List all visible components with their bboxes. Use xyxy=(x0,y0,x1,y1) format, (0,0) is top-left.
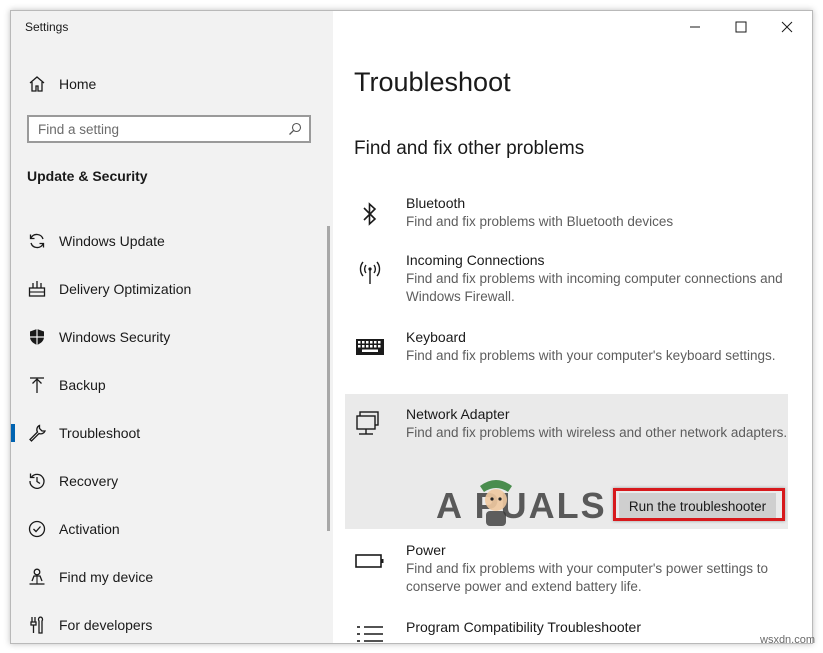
troubleshooter-description: Find and fix problems with your computer… xyxy=(406,561,768,594)
minimize-icon xyxy=(690,26,700,28)
search-box[interactable] xyxy=(27,115,311,143)
sidebar-item-label: For developers xyxy=(59,617,153,633)
close-button[interactable] xyxy=(764,11,810,43)
sidebar-item-windows-security[interactable]: Windows Security xyxy=(11,313,333,361)
antenna-icon xyxy=(359,261,381,284)
backup-arrow-icon xyxy=(30,377,44,393)
troubleshooter-keyboard[interactable]: Keyboard Find and fix problems with your… xyxy=(345,329,788,387)
sidebar-item-backup[interactable]: Backup xyxy=(11,361,333,409)
close-icon xyxy=(781,21,793,33)
delivery-optimization-icon xyxy=(28,281,46,297)
appuals-watermark: A PUALS xyxy=(436,485,607,526)
appuals-mascot-logo xyxy=(480,480,512,526)
troubleshooter-description: Find and fix problems with Bluetooth dev… xyxy=(406,214,674,229)
selected-indicator xyxy=(11,424,15,442)
page-title: Troubleshoot xyxy=(354,67,511,97)
troubleshooter-name: Network Adapter xyxy=(406,406,510,422)
sidebar-item-troubleshoot[interactable]: Troubleshoot xyxy=(11,409,333,457)
troubleshooter-power[interactable]: Power Find and fix problems with your co… xyxy=(345,542,788,600)
sidebar-item-label: Backup xyxy=(59,377,106,393)
sidebar-item-label: Activation xyxy=(59,521,120,537)
search-input[interactable] xyxy=(29,117,278,141)
sidebar-item-delivery-optimization[interactable]: Delivery Optimization xyxy=(11,265,333,313)
troubleshooter-description: Find and fix problems with wireless and … xyxy=(406,425,788,440)
site-watermark: wsxdn.com xyxy=(760,634,816,646)
minimize-button[interactable] xyxy=(672,11,718,43)
person-pin-icon xyxy=(29,568,45,585)
maximize-button[interactable] xyxy=(718,11,764,43)
sidebar-item-windows-update[interactable]: Windows Update xyxy=(11,217,333,265)
sidebar: Settings Home Update & Security xyxy=(11,11,333,643)
network-adapter-icon xyxy=(356,411,379,435)
recovery-icon xyxy=(29,473,45,489)
sidebar-item-find-my-device[interactable]: Find my device xyxy=(11,553,333,601)
wrench-icon xyxy=(29,424,46,442)
section-title: Update & Security xyxy=(27,168,148,184)
sidebar-item-label: Find my device xyxy=(59,569,154,585)
troubleshooter-program-compatibility[interactable]: Program Compatibility Troubleshooter xyxy=(345,619,788,643)
sidebar-scrollbar[interactable] xyxy=(327,226,330,531)
annotation-highlight-box xyxy=(613,488,785,521)
sidebar-item-for-developers[interactable]: For developers xyxy=(11,601,333,643)
home-icon xyxy=(29,76,45,92)
settings-window: Settings Home Update & Security xyxy=(10,10,813,644)
search-icon[interactable] xyxy=(288,122,302,136)
section-title: Find and fix other problems xyxy=(354,138,585,159)
troubleshooter-bluetooth[interactable]: Bluetooth Find and fix problems with Blu… xyxy=(345,195,788,235)
troubleshooter-name: Incoming Connections xyxy=(406,252,545,268)
maximize-icon xyxy=(735,21,747,33)
sidebar-nav: Windows Update Delivery Optimization Win… xyxy=(11,217,333,643)
troubleshooter-name: Keyboard xyxy=(406,329,466,345)
developer-tools-icon xyxy=(30,616,44,634)
sidebar-item-label: Delivery Optimization xyxy=(59,281,192,297)
battery-icon xyxy=(355,554,384,568)
sidebar-item-label: Windows Security xyxy=(59,329,171,345)
sidebar-item-label: Recovery xyxy=(59,473,119,489)
sidebar-item-recovery[interactable]: Recovery xyxy=(11,457,333,505)
keyboard-icon xyxy=(356,339,384,355)
sidebar-item-label: Troubleshoot xyxy=(59,425,141,441)
troubleshooter-name: Program Compatibility Troubleshooter xyxy=(406,619,641,635)
home-label: Home xyxy=(59,76,97,92)
troubleshooter-description: Find and fix problems with your computer… xyxy=(406,348,776,363)
shield-icon xyxy=(30,329,44,345)
app-title: Settings xyxy=(25,20,69,34)
home-nav-item[interactable]: Home xyxy=(27,73,96,95)
troubleshooter-description: Find and fix problems with incoming comp… xyxy=(406,271,783,304)
troubleshooter-name: Bluetooth xyxy=(406,195,466,211)
bluetooth-icon xyxy=(363,202,377,226)
check-circle-icon xyxy=(28,520,46,538)
troubleshooter-incoming-connections[interactable]: Incoming Connections Find and fix proble… xyxy=(345,252,788,310)
refresh-icon xyxy=(29,233,45,249)
troubleshooter-name: Power xyxy=(406,542,446,558)
main-pane: Troubleshoot Find and fix other problems… xyxy=(333,11,812,643)
sidebar-item-activation[interactable]: Activation xyxy=(11,505,333,553)
sidebar-item-label: Windows Update xyxy=(59,233,165,249)
list-icon xyxy=(357,626,383,642)
